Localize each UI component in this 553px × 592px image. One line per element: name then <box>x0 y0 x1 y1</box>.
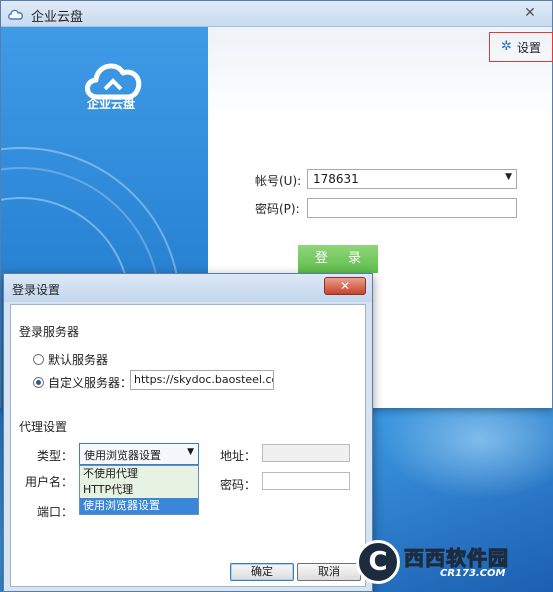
dialog-title: 登录设置 <box>12 283 61 297</box>
logo-text: 企业云盘 <box>87 97 136 111</box>
account-label: 帐号(U): <box>255 174 302 188</box>
username-label: 用户名： <box>25 475 74 489</box>
cancel-button[interactable]: 取消 <box>297 563 361 581</box>
proxy-type-dropdown: 不使用代理 HTTP代理 使用浏览器设置 <box>79 465 199 515</box>
settings-label: 设置 <box>516 40 541 55</box>
radio-button-checked[interactable] <box>33 377 44 388</box>
custom-server-option[interactable]: 自定义服务器： <box>33 374 132 391</box>
proxy-password-label: 密码： <box>220 478 257 492</box>
server-url-input[interactable]: https://skydoc.baosteel.com <box>130 370 274 390</box>
account-select[interactable]: 178631 ▼ <box>307 169 517 189</box>
gear-icon: ✲ <box>500 39 512 54</box>
radio-button[interactable] <box>33 354 44 365</box>
default-server-option[interactable]: 默认服务器 <box>33 351 108 368</box>
watermark-brand-part2: 软件园 <box>446 546 509 571</box>
proxy-type-value: 使用浏览器设置 <box>84 449 161 462</box>
watermark-brand-part1: 西西 <box>404 546 446 571</box>
watermark-logo: C <box>356 540 400 584</box>
default-server-label: 默认服务器 <box>48 353 109 367</box>
proxy-section-title: 代理设置 <box>19 420 68 434</box>
dropdown-option-browser-settings[interactable]: 使用浏览器设置 <box>80 498 198 514</box>
proxy-type-select[interactable]: 使用浏览器设置 ▼ <box>79 443 199 465</box>
login-settings-dialog: 登录设置 ✕ 登录服务器 默认服务器 自定义服务器： https://skydo… <box>3 273 373 592</box>
chevron-down-icon[interactable]: ▼ <box>505 172 512 182</box>
dropdown-option-no-proxy[interactable]: 不使用代理 <box>80 466 198 482</box>
password-label: 密码(P): <box>255 202 300 216</box>
dialog-body: 登录服务器 默认服务器 自定义服务器： https://skydoc.baost… <box>10 304 366 587</box>
proxy-password-input[interactable] <box>262 472 350 490</box>
cloud-icon <box>8 9 23 20</box>
address-label: 地址： <box>220 449 257 463</box>
dialog-titlebar[interactable]: 登录设置 ✕ <box>4 274 372 302</box>
password-input[interactable] <box>307 198 517 218</box>
ok-button[interactable]: 确定 <box>230 563 294 581</box>
dialog-close-button[interactable]: ✕ <box>324 277 366 295</box>
custom-server-label: 自定义服务器： <box>48 376 133 390</box>
server-section-title: 登录服务器 <box>19 325 80 339</box>
watermark: C 西西软件园 CR173.COM <box>356 538 546 584</box>
close-icon[interactable]: ✕ <box>518 4 542 22</box>
port-label: 端口： <box>37 505 74 519</box>
proxy-type-label: 类型： <box>37 449 74 463</box>
login-button[interactable]: 登 录 <box>298 245 378 273</box>
chevron-down-icon[interactable]: ▼ <box>187 447 194 457</box>
main-titlebar[interactable]: 企业云盘 ✕ <box>1 1 552 27</box>
watermark-site: CR173.COM <box>440 568 506 579</box>
watermark-brand: 西西软件园 <box>404 542 509 571</box>
account-value: 178631 <box>313 172 359 186</box>
address-input[interactable] <box>262 444 350 462</box>
dropdown-option-http-proxy[interactable]: HTTP代理 <box>80 482 198 498</box>
settings-button[interactable]: ✲ 设置 <box>489 32 553 62</box>
window-title: 企业云盘 <box>31 10 84 25</box>
